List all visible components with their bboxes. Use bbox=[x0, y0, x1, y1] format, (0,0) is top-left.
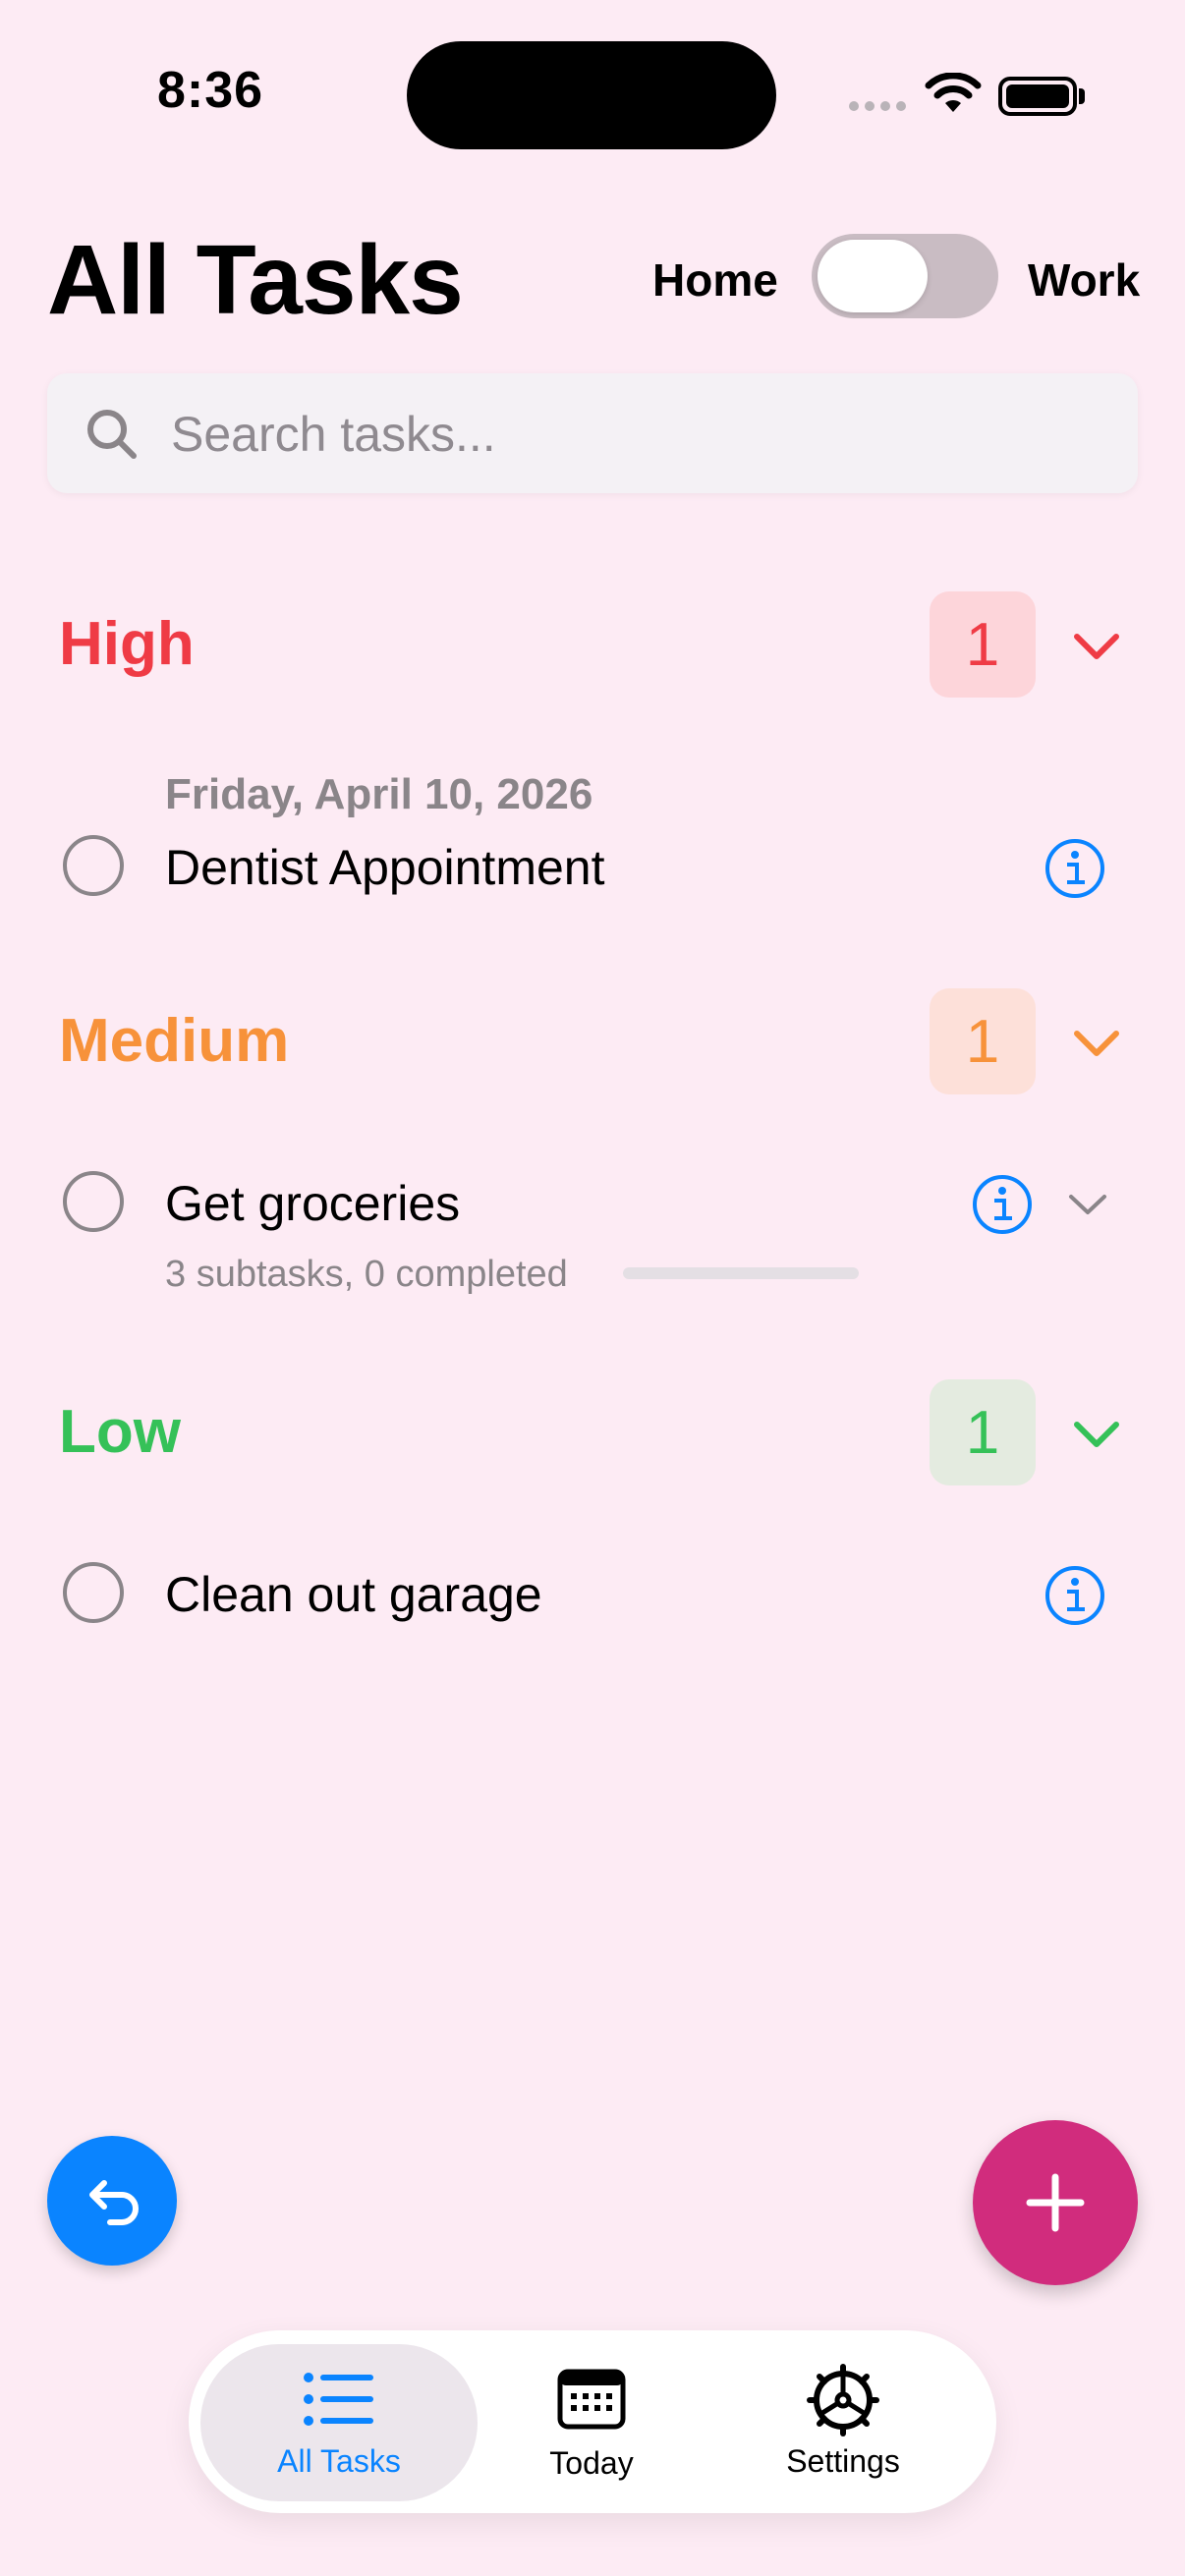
task-complete-checkbox[interactable] bbox=[63, 1562, 124, 1623]
battery-icon bbox=[998, 77, 1077, 116]
dynamic-island bbox=[407, 41, 776, 149]
chevron-down-icon[interactable] bbox=[1067, 617, 1126, 676]
task-complete-checkbox[interactable] bbox=[63, 1171, 124, 1232]
task-title[interactable]: Dentist Appointment bbox=[165, 839, 605, 896]
plus-icon bbox=[1026, 2173, 1085, 2232]
search-icon bbox=[85, 407, 140, 467]
task-title[interactable]: Clean out garage bbox=[165, 1566, 542, 1623]
task-complete-checkbox[interactable] bbox=[63, 835, 124, 896]
calendar-icon bbox=[557, 2369, 626, 2430]
info-icon[interactable] bbox=[1044, 1564, 1106, 1632]
search-input[interactable] bbox=[171, 403, 1055, 466]
home-work-toggle[interactable] bbox=[812, 234, 998, 318]
tab-label: All Tasks bbox=[277, 2443, 401, 2479]
mode-label-home: Home bbox=[652, 254, 778, 306]
subtask-progress-bar bbox=[623, 1267, 859, 1279]
chevron-down-icon[interactable] bbox=[1067, 1405, 1126, 1464]
cellular-signal-icon bbox=[849, 101, 906, 111]
info-icon[interactable] bbox=[1044, 837, 1106, 905]
add-task-button[interactable] bbox=[973, 2120, 1138, 2285]
tab-today[interactable]: Today bbox=[483, 2366, 700, 2482]
wifi-icon bbox=[924, 72, 983, 121]
section-count-badge-medium: 1 bbox=[930, 988, 1036, 1094]
tab-label: Settings bbox=[786, 2443, 900, 2479]
gear-icon bbox=[807, 2364, 879, 2436]
list-icon bbox=[304, 2373, 373, 2426]
subtask-summary: 3 subtasks, 0 completed bbox=[165, 1254, 568, 1295]
battery-tip bbox=[1079, 88, 1085, 104]
undo-button[interactable] bbox=[47, 2136, 177, 2266]
info-icon[interactable] bbox=[971, 1173, 1034, 1241]
mode-label-work: Work bbox=[1028, 254, 1141, 306]
section-label-high: High bbox=[59, 610, 195, 678]
section-label-low: Low bbox=[59, 1398, 181, 1466]
subtasks-chevron-down-icon[interactable] bbox=[1065, 1185, 1110, 1229]
section-count-badge-low: 1 bbox=[930, 1379, 1036, 1485]
tab-all-tasks[interactable]: All Tasks bbox=[231, 2370, 447, 2480]
tab-label: Today bbox=[549, 2445, 634, 2481]
task-title[interactable]: Get groceries bbox=[165, 1175, 460, 1232]
section-count-badge-high: 1 bbox=[930, 591, 1036, 698]
toggle-knob bbox=[818, 240, 928, 312]
chevron-down-icon[interactable] bbox=[1067, 1014, 1126, 1073]
status-time: 8:36 bbox=[157, 62, 264, 119]
task-date: Friday, April 10, 2026 bbox=[165, 770, 593, 818]
tab-settings[interactable]: Settings bbox=[735, 2364, 951, 2480]
page-title: All Tasks bbox=[47, 225, 464, 335]
undo-arrow-icon bbox=[89, 2180, 139, 2225]
section-label-medium: Medium bbox=[59, 1007, 290, 1075]
